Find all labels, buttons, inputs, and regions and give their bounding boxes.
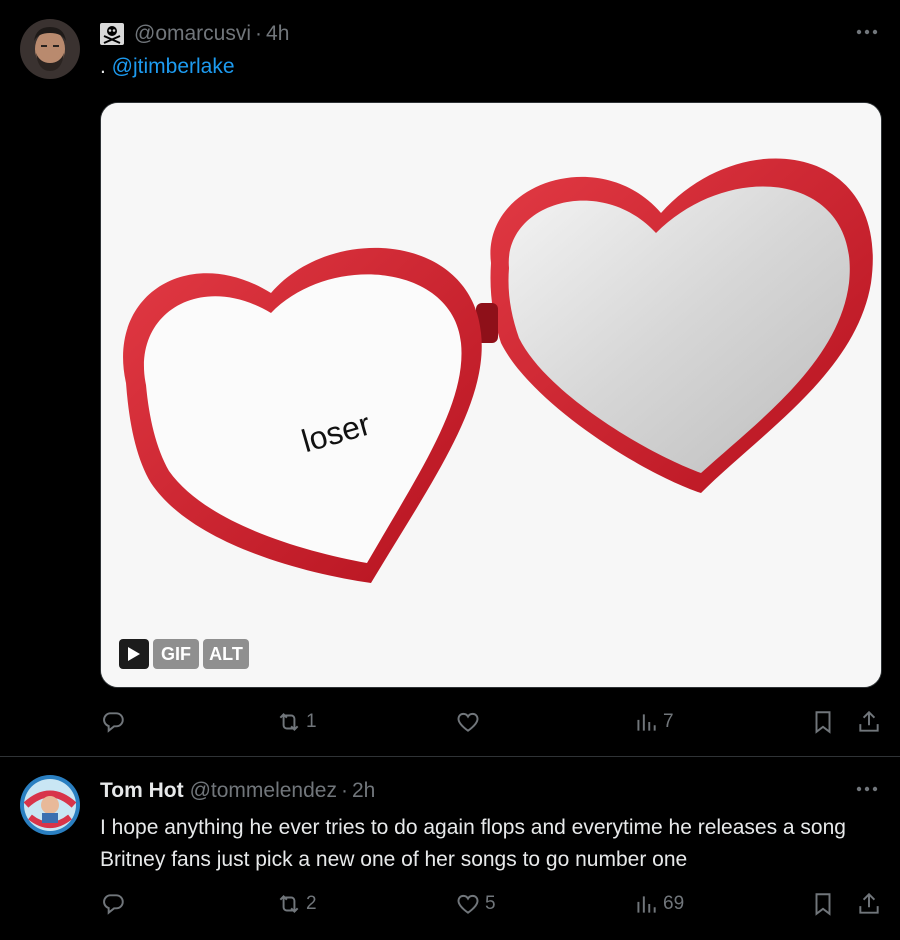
retweet-icon <box>279 895 299 913</box>
retweet-count: 1 <box>306 711 317 732</box>
text-prefix: . <box>100 55 112 78</box>
tweet-actions: 2 5 69 <box>100 887 885 921</box>
display-name[interactable]: Tom Hot <box>100 779 184 803</box>
bookmark-icon <box>815 711 831 734</box>
reply-button[interactable] <box>100 705 130 739</box>
retweet-button[interactable]: 2 <box>276 887 317 921</box>
user-handle[interactable]: @omarcusvi <box>134 22 251 46</box>
share-icon <box>859 710 879 732</box>
tweet-post[interactable]: @omarcusvi · 4h . @jtimberlake loser GIF… <box>0 0 900 756</box>
tweet-actions: 1 7 <box>100 705 885 739</box>
share-button[interactable] <box>856 887 882 921</box>
like-count: 5 <box>485 893 496 914</box>
tweet-post[interactable]: Tom Hot @tommelendez · 2h I hope anythin… <box>0 757 900 940</box>
heart-icon <box>457 894 479 914</box>
separator-dot: · <box>340 779 348 802</box>
reply-icon <box>103 894 124 915</box>
reply-icon <box>103 712 124 733</box>
tweet-header: Tom Hot @tommelendez · 2h <box>100 777 375 805</box>
skull-crossbones-icon <box>100 23 124 45</box>
reply-button[interactable] <box>100 887 130 921</box>
share-button[interactable] <box>856 705 882 739</box>
retweet-count: 2 <box>306 893 317 914</box>
retweet-button[interactable]: 1 <box>276 705 317 739</box>
gif-media[interactable]: loser GIF ALT <box>100 102 882 688</box>
views-button[interactable]: 69 <box>633 887 684 921</box>
gif-badge: GIF <box>153 639 199 669</box>
play-icon[interactable] <box>119 639 149 669</box>
avatar[interactable] <box>20 775 80 835</box>
more-options-icon[interactable] <box>854 22 880 42</box>
tweet-text: . @jtimberlake <box>100 55 235 79</box>
heart-mirror-image: loser <box>101 103 881 687</box>
like-button[interactable]: 5 <box>455 887 496 921</box>
media-badges: GIF ALT <box>119 639 249 669</box>
separator-dot: · <box>255 22 263 45</box>
bookmark-button[interactable] <box>810 887 836 921</box>
views-count: 7 <box>663 711 674 732</box>
retweet-icon <box>279 713 299 731</box>
timestamp[interactable]: 2h <box>352 779 375 803</box>
share-icon <box>859 892 879 914</box>
analytics-icon <box>637 714 656 731</box>
alt-text-button[interactable]: ALT <box>203 639 249 669</box>
heart-icon <box>457 712 479 732</box>
analytics-icon <box>637 896 656 913</box>
views-count: 69 <box>663 893 685 914</box>
more-options-icon[interactable] <box>854 779 880 799</box>
timestamp[interactable]: 4h <box>266 22 289 46</box>
avatar[interactable] <box>20 19 80 79</box>
bookmark-icon <box>815 893 831 916</box>
mention-link[interactable]: @jtimberlake <box>112 55 235 78</box>
views-button[interactable]: 7 <box>633 705 674 739</box>
like-button[interactable] <box>455 705 485 739</box>
bookmark-button[interactable] <box>810 705 836 739</box>
user-handle[interactable]: @tommelendez <box>190 779 337 803</box>
tweet-text: I hope anything he ever tries to do agai… <box>100 816 846 871</box>
tweet-header: @omarcusvi · 4h <box>100 20 289 48</box>
